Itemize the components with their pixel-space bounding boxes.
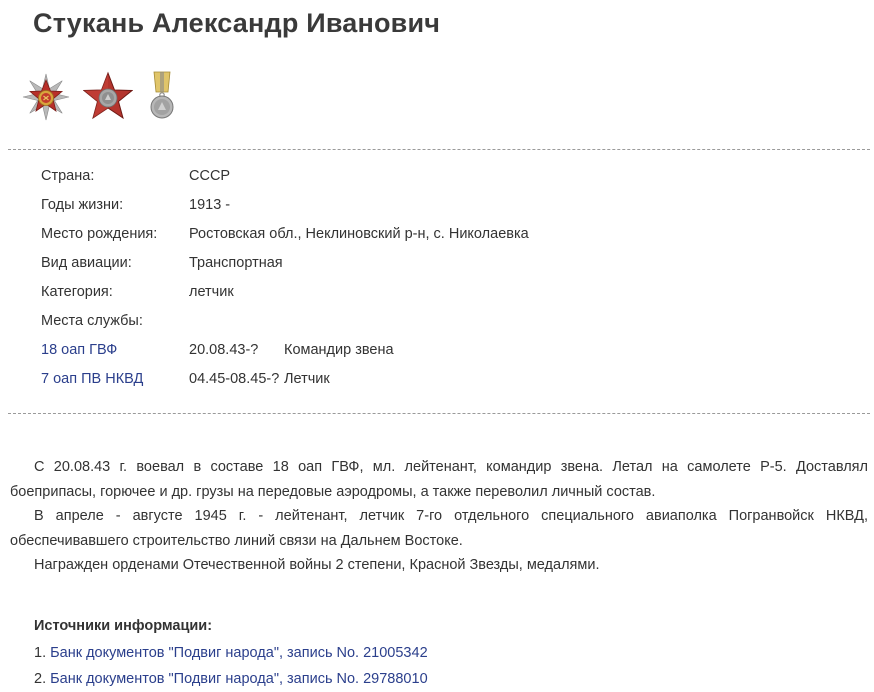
service-dates: 04.45-08.45-? bbox=[189, 371, 280, 387]
service-unit-link[interactable]: 7 оап ПВ НКВД bbox=[41, 365, 143, 394]
order-patriotic-war-icon[interactable] bbox=[22, 70, 70, 124]
source-link[interactable]: Банк документов "Подвиг народа", запись … bbox=[50, 645, 428, 661]
page-title: Стукань Александр Иванович bbox=[33, 8, 441, 38]
country-label: Страна: bbox=[41, 168, 95, 184]
order-red-star-icon[interactable] bbox=[83, 70, 133, 124]
birthplace-label: Место рождения: bbox=[41, 226, 158, 242]
source-item: 2. Банк документов "Подвиг народа", запи… bbox=[34, 666, 428, 692]
source-item: 1. Банк документов "Подвиг народа", запи… bbox=[34, 640, 428, 666]
bottom-divider bbox=[8, 413, 870, 414]
service-dates: 20.08.43-? bbox=[189, 342, 259, 358]
biography: С 20.08.43 г. воевал в составе 18 оап ГВ… bbox=[10, 455, 868, 578]
biography-paragraph: С 20.08.43 г. воевал в составе 18 оап ГВ… bbox=[10, 459, 868, 500]
aviation-label: Вид авиации: bbox=[41, 255, 132, 271]
category-value: летчик bbox=[189, 284, 234, 300]
service-label: Места службы: bbox=[41, 313, 143, 329]
service-unit-link[interactable]: 18 оап ГВФ bbox=[41, 336, 117, 365]
source-link[interactable]: Банк документов "Подвиг народа", запись … bbox=[50, 671, 428, 687]
years-value: 1913 - bbox=[189, 197, 231, 213]
biography-paragraph: Награжден орденами Отечественной войны 2… bbox=[34, 557, 600, 573]
sources-heading: Источники информации: bbox=[34, 618, 213, 634]
top-divider bbox=[8, 149, 870, 150]
medal-icon[interactable] bbox=[147, 70, 177, 124]
source-number: 1. bbox=[34, 645, 47, 661]
years-label: Годы жизни: bbox=[41, 197, 124, 213]
biography-paragraph: В апреле - августе 1945 г. - лейтенант, … bbox=[10, 508, 868, 549]
service-position: Летчик bbox=[284, 371, 330, 387]
country-value: СССР bbox=[189, 168, 231, 184]
sources-list: 1. Банк документов "Подвиг народа", запи… bbox=[34, 640, 428, 692]
source-number: 2. bbox=[34, 671, 47, 687]
category-label: Категория: bbox=[41, 284, 113, 300]
birthplace-value: Ростовская обл., Неклиновский р-н, с. Ни… bbox=[189, 226, 529, 242]
aviation-value: Транспортная bbox=[189, 255, 283, 271]
service-position: Командир звена bbox=[284, 342, 394, 358]
